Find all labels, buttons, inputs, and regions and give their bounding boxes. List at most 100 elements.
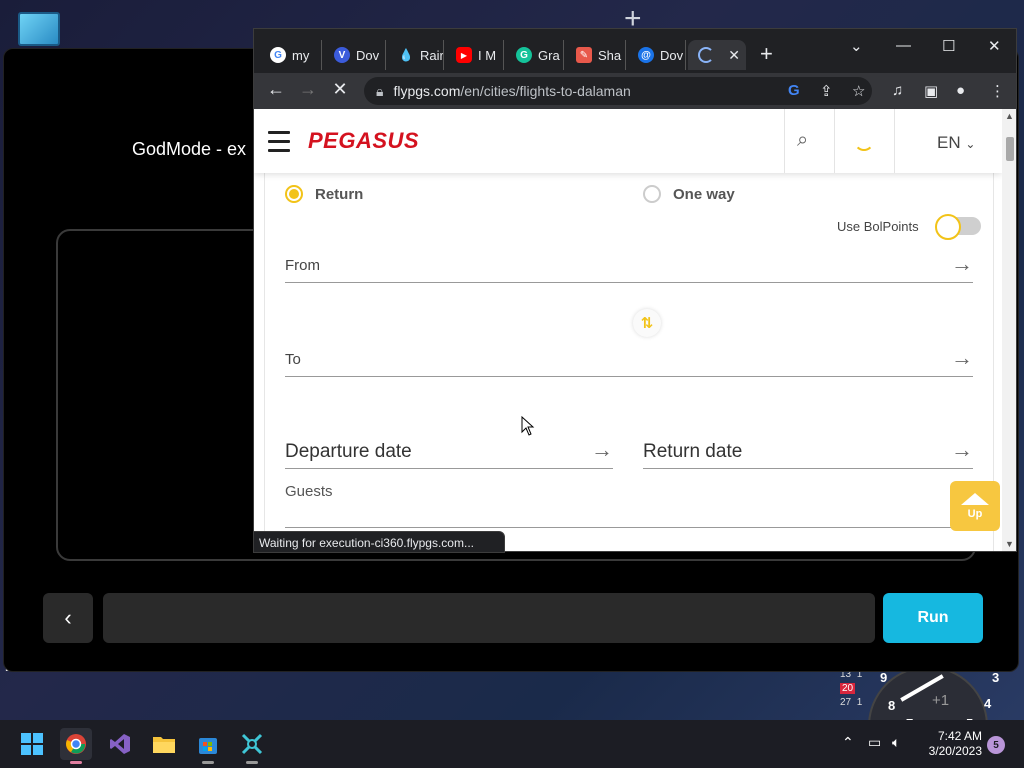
scroll-up-arrow-icon[interactable]: ▲ bbox=[1005, 111, 1014, 121]
bolpoints-label: Use BolPoints bbox=[837, 219, 919, 234]
return-option[interactable]: Return bbox=[285, 185, 363, 203]
one-way-option[interactable]: One way bbox=[643, 185, 735, 203]
arrow-right-icon: → bbox=[951, 251, 973, 276]
media-control-icon[interactable]: ♫ bbox=[892, 82, 903, 99]
radio-one-way[interactable] bbox=[643, 185, 661, 203]
arrow-right-icon: → bbox=[951, 345, 973, 370]
radio-return[interactable] bbox=[285, 185, 303, 203]
v-app-icon: V bbox=[334, 47, 350, 63]
scroll-down-arrow-icon[interactable]: ▼ bbox=[1005, 539, 1014, 549]
minimize-icon[interactable]: — bbox=[896, 37, 911, 54]
taskbar: ⌃ ▭ 🔈︎ 7:42 AM 3/20/2023 5 bbox=[0, 720, 1024, 768]
flight-search-form: Return One way Use BolPoints From → ⇅ To… bbox=[264, 173, 994, 551]
analog-clock: 9 3 8 4 7 5 +1 bbox=[868, 666, 999, 722]
web-page: PEGASUS ⌕ EN ⌄ Return One way Use BolPoi… bbox=[254, 109, 1016, 551]
bolpoints-toggle[interactable] bbox=[935, 214, 981, 240]
network-icon[interactable]: ▭ bbox=[868, 734, 881, 751]
browser-tab[interactable]: @ Dov bbox=[628, 40, 686, 70]
maximize-icon[interactable]: ☐ bbox=[942, 37, 955, 55]
back-button[interactable]: ‹ bbox=[43, 593, 93, 643]
browser-tab[interactable]: ✎ Sha bbox=[566, 40, 626, 70]
stop-loading-icon[interactable]: ✕ bbox=[328, 79, 352, 100]
youtube-icon: ▶ bbox=[456, 47, 472, 63]
return-date-field[interactable]: Return date → bbox=[643, 433, 973, 469]
running-indicator bbox=[70, 761, 82, 764]
departure-label: Departure date bbox=[285, 441, 412, 462]
running-indicator bbox=[202, 761, 214, 764]
menu-kebab-icon[interactable]: ⋮ bbox=[990, 82, 1005, 100]
chrome-taskbar-icon[interactable] bbox=[60, 728, 92, 764]
bookmark-star-icon[interactable]: ☆ bbox=[852, 82, 865, 100]
file-explorer-icon[interactable] bbox=[148, 728, 180, 760]
browser-tab[interactable]: ▶ I M bbox=[446, 40, 504, 70]
arrow-up-icon bbox=[961, 492, 989, 505]
notification-badge[interactable]: 5 bbox=[987, 736, 1005, 754]
clock-time: 7:42 AM bbox=[937, 729, 982, 743]
clock-number: 9 bbox=[880, 670, 888, 685]
calendar-day: 1 bbox=[856, 697, 863, 708]
clock-date: 3/20/2023 bbox=[928, 744, 982, 758]
arrow-right-icon: → bbox=[951, 437, 973, 462]
language-selector[interactable]: EN ⌄ bbox=[937, 133, 975, 153]
godmode-title: GodMode - ex bbox=[132, 139, 247, 159]
one-way-label: One way bbox=[673, 185, 735, 203]
from-field[interactable]: From → bbox=[285, 249, 973, 283]
to-field[interactable]: To → bbox=[285, 343, 973, 377]
swirl-icon: @ bbox=[638, 47, 654, 63]
microsoft-store-icon[interactable] bbox=[192, 728, 224, 764]
calendar-today: 20 bbox=[840, 683, 856, 694]
volume-icon[interactable]: 🔈︎ bbox=[892, 734, 900, 751]
profile-icon[interactable]: ● bbox=[956, 82, 965, 99]
lock-icon: 🔒︎ bbox=[376, 82, 384, 99]
from-label: From bbox=[285, 257, 320, 274]
pegasus-logo[interactable]: PEGASUS bbox=[308, 128, 419, 154]
scroll-to-top-button[interactable]: Up bbox=[950, 481, 1000, 531]
system-clock[interactable]: 7:42 AM 3/20/2023 bbox=[916, 729, 982, 759]
grammarly-icon: G bbox=[516, 47, 532, 63]
page-scrollbar[interactable]: ▲ ▼ bbox=[1002, 109, 1016, 551]
guests-label: Guests bbox=[285, 483, 333, 500]
close-tab-icon[interactable]: ✕ bbox=[728, 47, 740, 64]
browser-tab[interactable]: G my bbox=[260, 40, 322, 70]
prompt-input[interactable] bbox=[103, 593, 875, 643]
side-panel-icon[interactable]: ▣ bbox=[924, 82, 938, 100]
raindrop-icon: 💧 bbox=[398, 48, 414, 62]
tab-search-icon[interactable]: ⌄ bbox=[850, 37, 863, 55]
run-button[interactable]: Run bbox=[883, 593, 983, 643]
visual-studio-icon[interactable] bbox=[104, 728, 136, 760]
tab-label: Dov bbox=[660, 47, 684, 63]
back-arrow-icon[interactable]: ← bbox=[264, 79, 288, 100]
return-date-label: Return date bbox=[643, 441, 743, 462]
share-icon[interactable]: ⇪ bbox=[820, 82, 833, 100]
chevron-down-icon: ⌄ bbox=[965, 137, 976, 151]
browser-tab[interactable]: 💧 Rair bbox=[388, 40, 444, 70]
search-icon[interactable]: ⌕ bbox=[797, 129, 808, 152]
tab-label: Sha bbox=[598, 47, 622, 63]
browser-toolbar: ← → ✕ 🔒︎ flypgs.com/en/cities/flights-to… bbox=[254, 73, 1016, 109]
swap-airports-icon[interactable]: ⇅ bbox=[633, 309, 661, 337]
departure-date-field[interactable]: Departure date → bbox=[285, 433, 613, 469]
header-divider bbox=[894, 109, 895, 173]
url-host: flypgs.com bbox=[393, 83, 461, 99]
google-lens-icon[interactable]: G bbox=[788, 82, 800, 99]
calendar-mini: 13 1 20 27 1 bbox=[840, 668, 862, 710]
mouse-cursor-icon bbox=[521, 416, 535, 436]
forward-arrow-icon[interactable]: → bbox=[296, 79, 320, 100]
to-label: To bbox=[285, 351, 301, 368]
browser-tab-active[interactable]: ✕ bbox=[688, 40, 746, 70]
language-label: EN bbox=[937, 133, 961, 152]
tab-label: Dov bbox=[356, 47, 380, 63]
desktop-monitor-icon[interactable] bbox=[18, 12, 60, 46]
google-icon: G bbox=[270, 47, 286, 63]
hamburger-menu-icon[interactable] bbox=[268, 131, 290, 158]
scroll-thumb[interactable] bbox=[1006, 137, 1014, 161]
chevron-up-icon[interactable]: ⌃ bbox=[842, 734, 854, 751]
close-window-icon[interactable]: ✕ bbox=[988, 37, 1001, 55]
header-divider bbox=[784, 109, 785, 173]
browser-tab[interactable]: V Dov bbox=[324, 40, 386, 70]
browser-tab[interactable]: G Gra bbox=[506, 40, 564, 70]
new-tab-button[interactable]: + bbox=[760, 43, 773, 65]
dev-tool-icon[interactable] bbox=[236, 728, 268, 764]
windows-start-icon[interactable] bbox=[16, 728, 48, 760]
tab-strip: G my V Dov 💧 Rair ▶ I M G Gra ✎ Sha @ Do… bbox=[254, 29, 1016, 73]
